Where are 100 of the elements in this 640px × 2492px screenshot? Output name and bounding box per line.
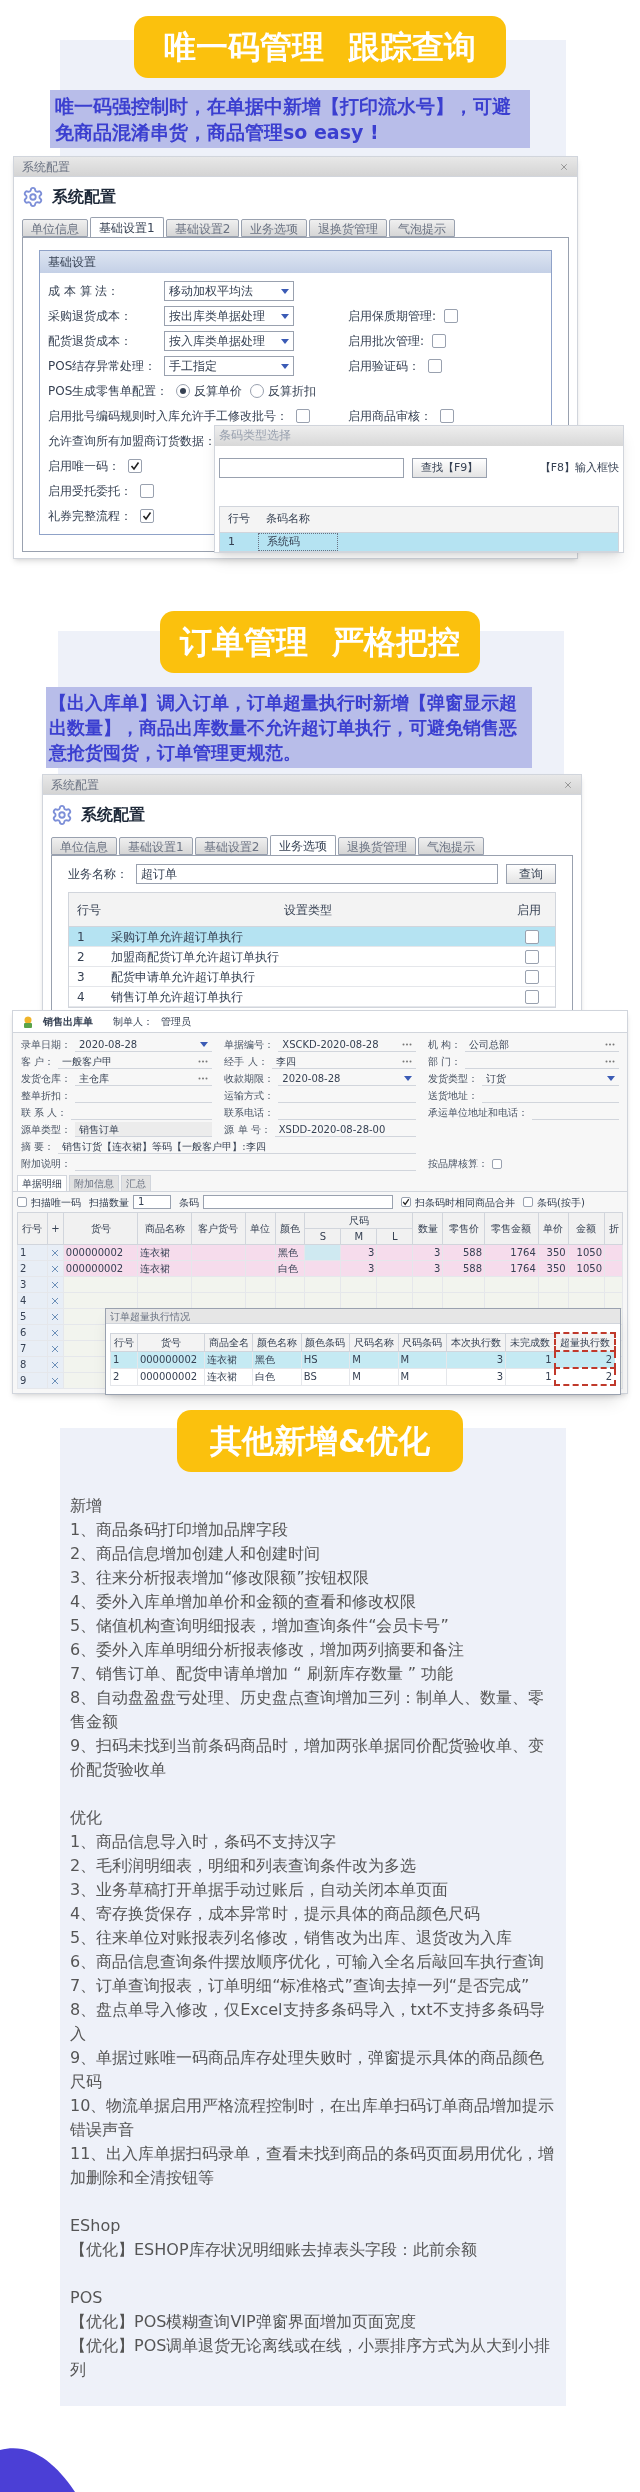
field-label: 成 本 算 法：: [48, 283, 120, 300]
checkbox-label: 扫条码时相同商品合并: [415, 1195, 515, 1210]
app-icon: [21, 1014, 35, 1029]
tab[interactable]: 基础设置1: [119, 837, 193, 855]
table-row[interactable]: 2 加盟商配货订单允许超订单执行: [69, 947, 555, 967]
table-cell: M: [398, 1368, 447, 1385]
dropdown[interactable]: 按入库类单据处理: [164, 331, 294, 351]
row-handle-icon[interactable]: [51, 1264, 60, 1273]
table-row[interactable]: 1 系统码: [220, 533, 618, 551]
table-cell: 588: [462, 1263, 483, 1274]
close-icon[interactable]: [563, 779, 573, 790]
text-field[interactable]: 销售订货【连衣裙】等码【一般客户甲】:李四: [58, 1139, 416, 1154]
checkbox[interactable]: [128, 459, 142, 473]
column-header: 行号: [110, 1333, 138, 1351]
search-field[interactable]: [219, 458, 404, 478]
dropdown[interactable]: 按出库类单据处理: [164, 306, 294, 326]
field-label: 启用商品审核：: [348, 408, 432, 425]
field-label: 发货类型：: [427, 1072, 478, 1086]
lookup-field[interactable]: 主仓库: [75, 1071, 213, 1086]
checkbox[interactable]: [444, 309, 459, 323]
checkbox[interactable]: [525, 969, 539, 984]
checkbox[interactable]: [428, 359, 442, 373]
checkbox[interactable]: [525, 929, 539, 944]
lookup-field[interactable]: 公司总部: [464, 1037, 619, 1052]
group-heading: POS: [70, 2287, 104, 2309]
radio-button[interactable]: [250, 384, 265, 398]
tab[interactable]: 业务选项: [270, 835, 337, 855]
field-label: POS结存异常处理：: [48, 358, 157, 375]
lookup-field[interactable]: 一般客户甲: [58, 1054, 213, 1069]
dropdown[interactable]: 订货: [481, 1071, 619, 1086]
tab[interactable]: 退换货管理: [309, 219, 388, 237]
table-row[interactable]: 1 采购订单允许超订单执行: [69, 927, 555, 947]
list-item: 11、出入库单据扫码录单，查看未找到商品的条码页面易用优化，增加删除和全清按钮等: [70, 2143, 556, 2189]
tab[interactable]: 业务选项: [241, 219, 308, 237]
search-button[interactable]: 查找【F9】: [412, 458, 488, 478]
row-handle-icon[interactable]: [51, 1376, 60, 1385]
tab[interactable]: 单据明细: [17, 1175, 67, 1191]
settings-icon: [22, 186, 44, 208]
dropdown[interactable]: 2020-08-28: [75, 1037, 213, 1052]
lookup-field[interactable]: 李四: [271, 1054, 416, 1069]
tab[interactable]: 汇总: [121, 1175, 151, 1191]
table-cell: M: [349, 1351, 399, 1368]
query-button[interactable]: 查询: [506, 864, 556, 884]
field-label: 承运单位地址和电话：: [427, 1106, 528, 1120]
column-header: 设置类型: [283, 901, 333, 919]
text-field[interactable]: 超订单: [136, 864, 498, 884]
tab[interactable]: 气泡提示: [389, 219, 456, 237]
row-handle-icon[interactable]: [51, 1328, 60, 1337]
table-cell: 黑色: [252, 1351, 302, 1368]
row-handle-icon[interactable]: [51, 1344, 60, 1353]
checkbox[interactable]: [296, 409, 310, 423]
checkbox[interactable]: [523, 1197, 533, 1207]
row-handle-icon[interactable]: [51, 1360, 60, 1369]
group-title: 基础设置: [40, 251, 551, 273]
tab[interactable]: 单位信息: [22, 219, 88, 237]
tab[interactable]: 基础设置2: [165, 219, 240, 237]
field-label: 单据编号：: [224, 1038, 275, 1052]
tab[interactable]: 基础设置1: [90, 217, 164, 237]
lookup-field[interactable]: XSCKD-2020-08-28: [278, 1037, 416, 1052]
field-value: 2020-08-28: [79, 1037, 138, 1052]
table-cell: 白色: [252, 1368, 302, 1385]
field-value: 一般客户甲: [62, 1054, 113, 1069]
field-label: 部 门：: [427, 1055, 461, 1069]
tab[interactable]: 退换货管理: [338, 837, 417, 855]
checkbox[interactable]: [525, 949, 539, 964]
checkbox-label: 扫描唯一码: [31, 1195, 81, 1210]
tab[interactable]: 附加信息: [69, 1175, 119, 1191]
row-handle-icon[interactable]: [51, 1312, 60, 1321]
close-icon[interactable]: [559, 161, 569, 172]
tab[interactable]: 基础设置2: [194, 837, 269, 855]
radio-button[interactable]: [176, 384, 191, 398]
checkbox[interactable]: [491, 1158, 502, 1169]
dropdown[interactable]: 移动加权平均法: [164, 281, 294, 301]
row-handle-icon[interactable]: [51, 1296, 60, 1305]
table-row[interactable]: 3 配货申请单允许超订单执行: [69, 967, 555, 987]
checkbox[interactable]: [525, 989, 539, 1004]
caret-icon: [281, 338, 289, 344]
caret-icon: [281, 313, 289, 319]
checkbox[interactable]: [17, 1197, 27, 1207]
tab[interactable]: 单位信息: [51, 837, 117, 855]
checkbox[interactable]: [140, 484, 154, 498]
dropdown[interactable]: 2020-08-28: [278, 1071, 416, 1086]
checkbox[interactable]: [432, 334, 447, 348]
checkbox[interactable]: [401, 1197, 411, 1207]
table-cell: 3: [368, 1263, 375, 1274]
table-row[interactable]: 4 销售订单允许超订单执行: [69, 987, 555, 1007]
barcode-field[interactable]: [203, 1195, 393, 1209]
number-field[interactable]: 1: [133, 1195, 171, 1209]
checkbox[interactable]: [140, 509, 154, 523]
column-header: 条码名称: [265, 511, 311, 528]
checkbox[interactable]: [440, 409, 454, 423]
tab[interactable]: 气泡提示: [418, 837, 485, 855]
text-field[interactable]: XSDD-2020-08-28-00: [274, 1122, 416, 1137]
row-handle-icon[interactable]: [51, 1248, 60, 1257]
dropdown[interactable]: 手工指定: [164, 356, 294, 376]
row-handle-icon[interactable]: [51, 1280, 60, 1289]
group-heading: 新增: [70, 1495, 103, 1517]
caret-icon: [403, 1075, 412, 1081]
field-label: 扫描数量: [89, 1195, 129, 1210]
list-item: 2、毛利润明细表，明细和列表查询条件改为多选: [70, 1855, 418, 1877]
